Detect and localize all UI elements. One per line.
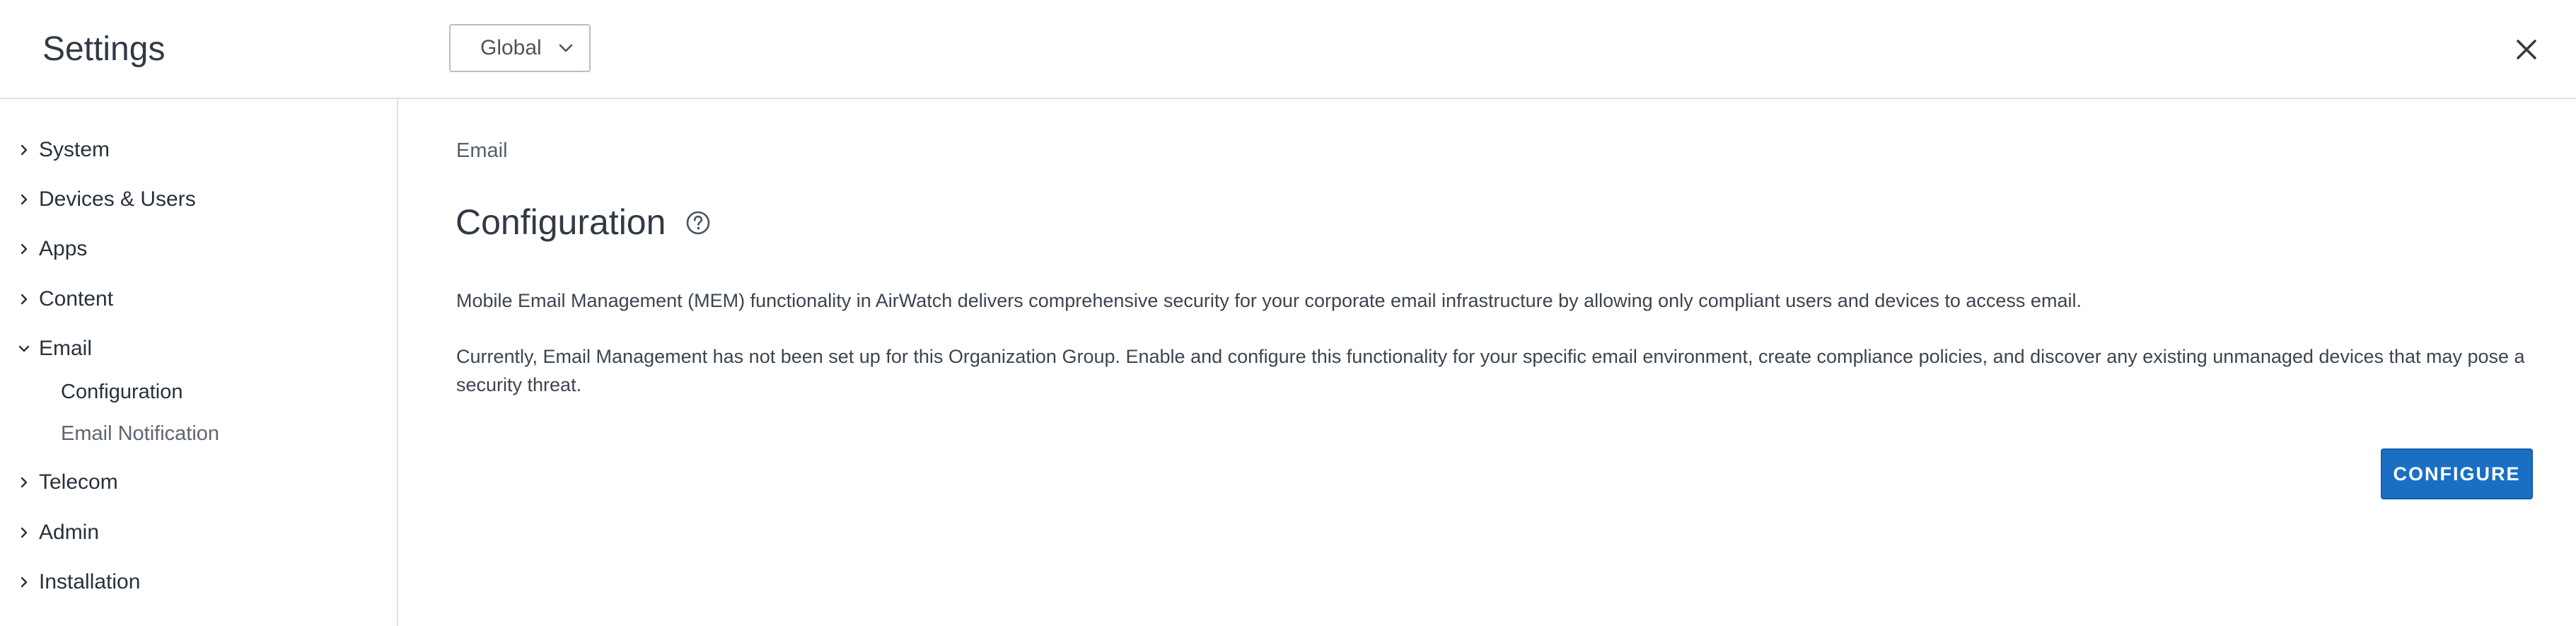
sidebar-item-label: Apps [39,237,88,260]
sidebar-item-devices-users[interactable]: Devices & Users [0,180,382,219]
chevron-right-icon [21,243,28,255]
scope-dropdown-value: Global [480,36,542,59]
sidebar-item-email[interactable]: Email [0,330,382,368]
sidebar-item-label: Installation [39,570,141,593]
chevron-down-icon [18,345,30,352]
sidebar-item-installation[interactable]: Installation [0,563,382,601]
sidebar-item-label: Email [39,337,93,360]
settings-sidebar: System Devices & Users Apps Content Emai… [0,99,398,626]
configure-button[interactable]: CONFIGURE [2381,448,2533,499]
chevron-right-icon [21,477,28,488]
page-header-title: Settings [42,30,166,68]
sidebar-item-system[interactable]: System [0,131,382,169]
main-content: Email Configuration Mobile Email Managem… [398,99,2576,626]
sidebar-item-label: Telecom [39,470,118,494]
sidebar-subitem-configuration[interactable]: Configuration [61,374,183,410]
mem-description-paragraph: Mobile Email Management (MEM) functional… [456,290,2082,311]
chevron-right-icon [21,144,28,156]
settings-header: Settings Global [0,0,2576,99]
breadcrumb: Email [456,139,508,162]
close-icon[interactable] [2510,33,2543,66]
sidebar-item-admin[interactable]: Admin [0,514,382,552]
sidebar-item-label: Admin [39,521,100,544]
chevron-right-icon [21,194,28,205]
scope-dropdown[interactable]: Global [449,24,591,72]
sidebar-item-telecom[interactable]: Telecom [0,463,382,502]
sidebar-item-label: System [39,138,110,161]
sidebar-item-label: Content [39,287,114,311]
sidebar-subitem-email-notification[interactable]: Email Notification [61,416,219,451]
sidebar-item-apps[interactable]: Apps [0,230,382,268]
page-title: Configuration [456,202,666,242]
chevron-down-icon [559,44,573,52]
chevron-right-icon [21,527,28,538]
chevron-right-icon [21,576,28,588]
chevron-right-icon [21,294,28,305]
sidebar-item-content[interactable]: Content [0,280,382,318]
setup-status-paragraph: Currently, Email Management has not been… [456,346,2525,395]
help-circle-icon[interactable] [684,209,712,237]
sidebar-item-label: Devices & Users [39,187,196,211]
